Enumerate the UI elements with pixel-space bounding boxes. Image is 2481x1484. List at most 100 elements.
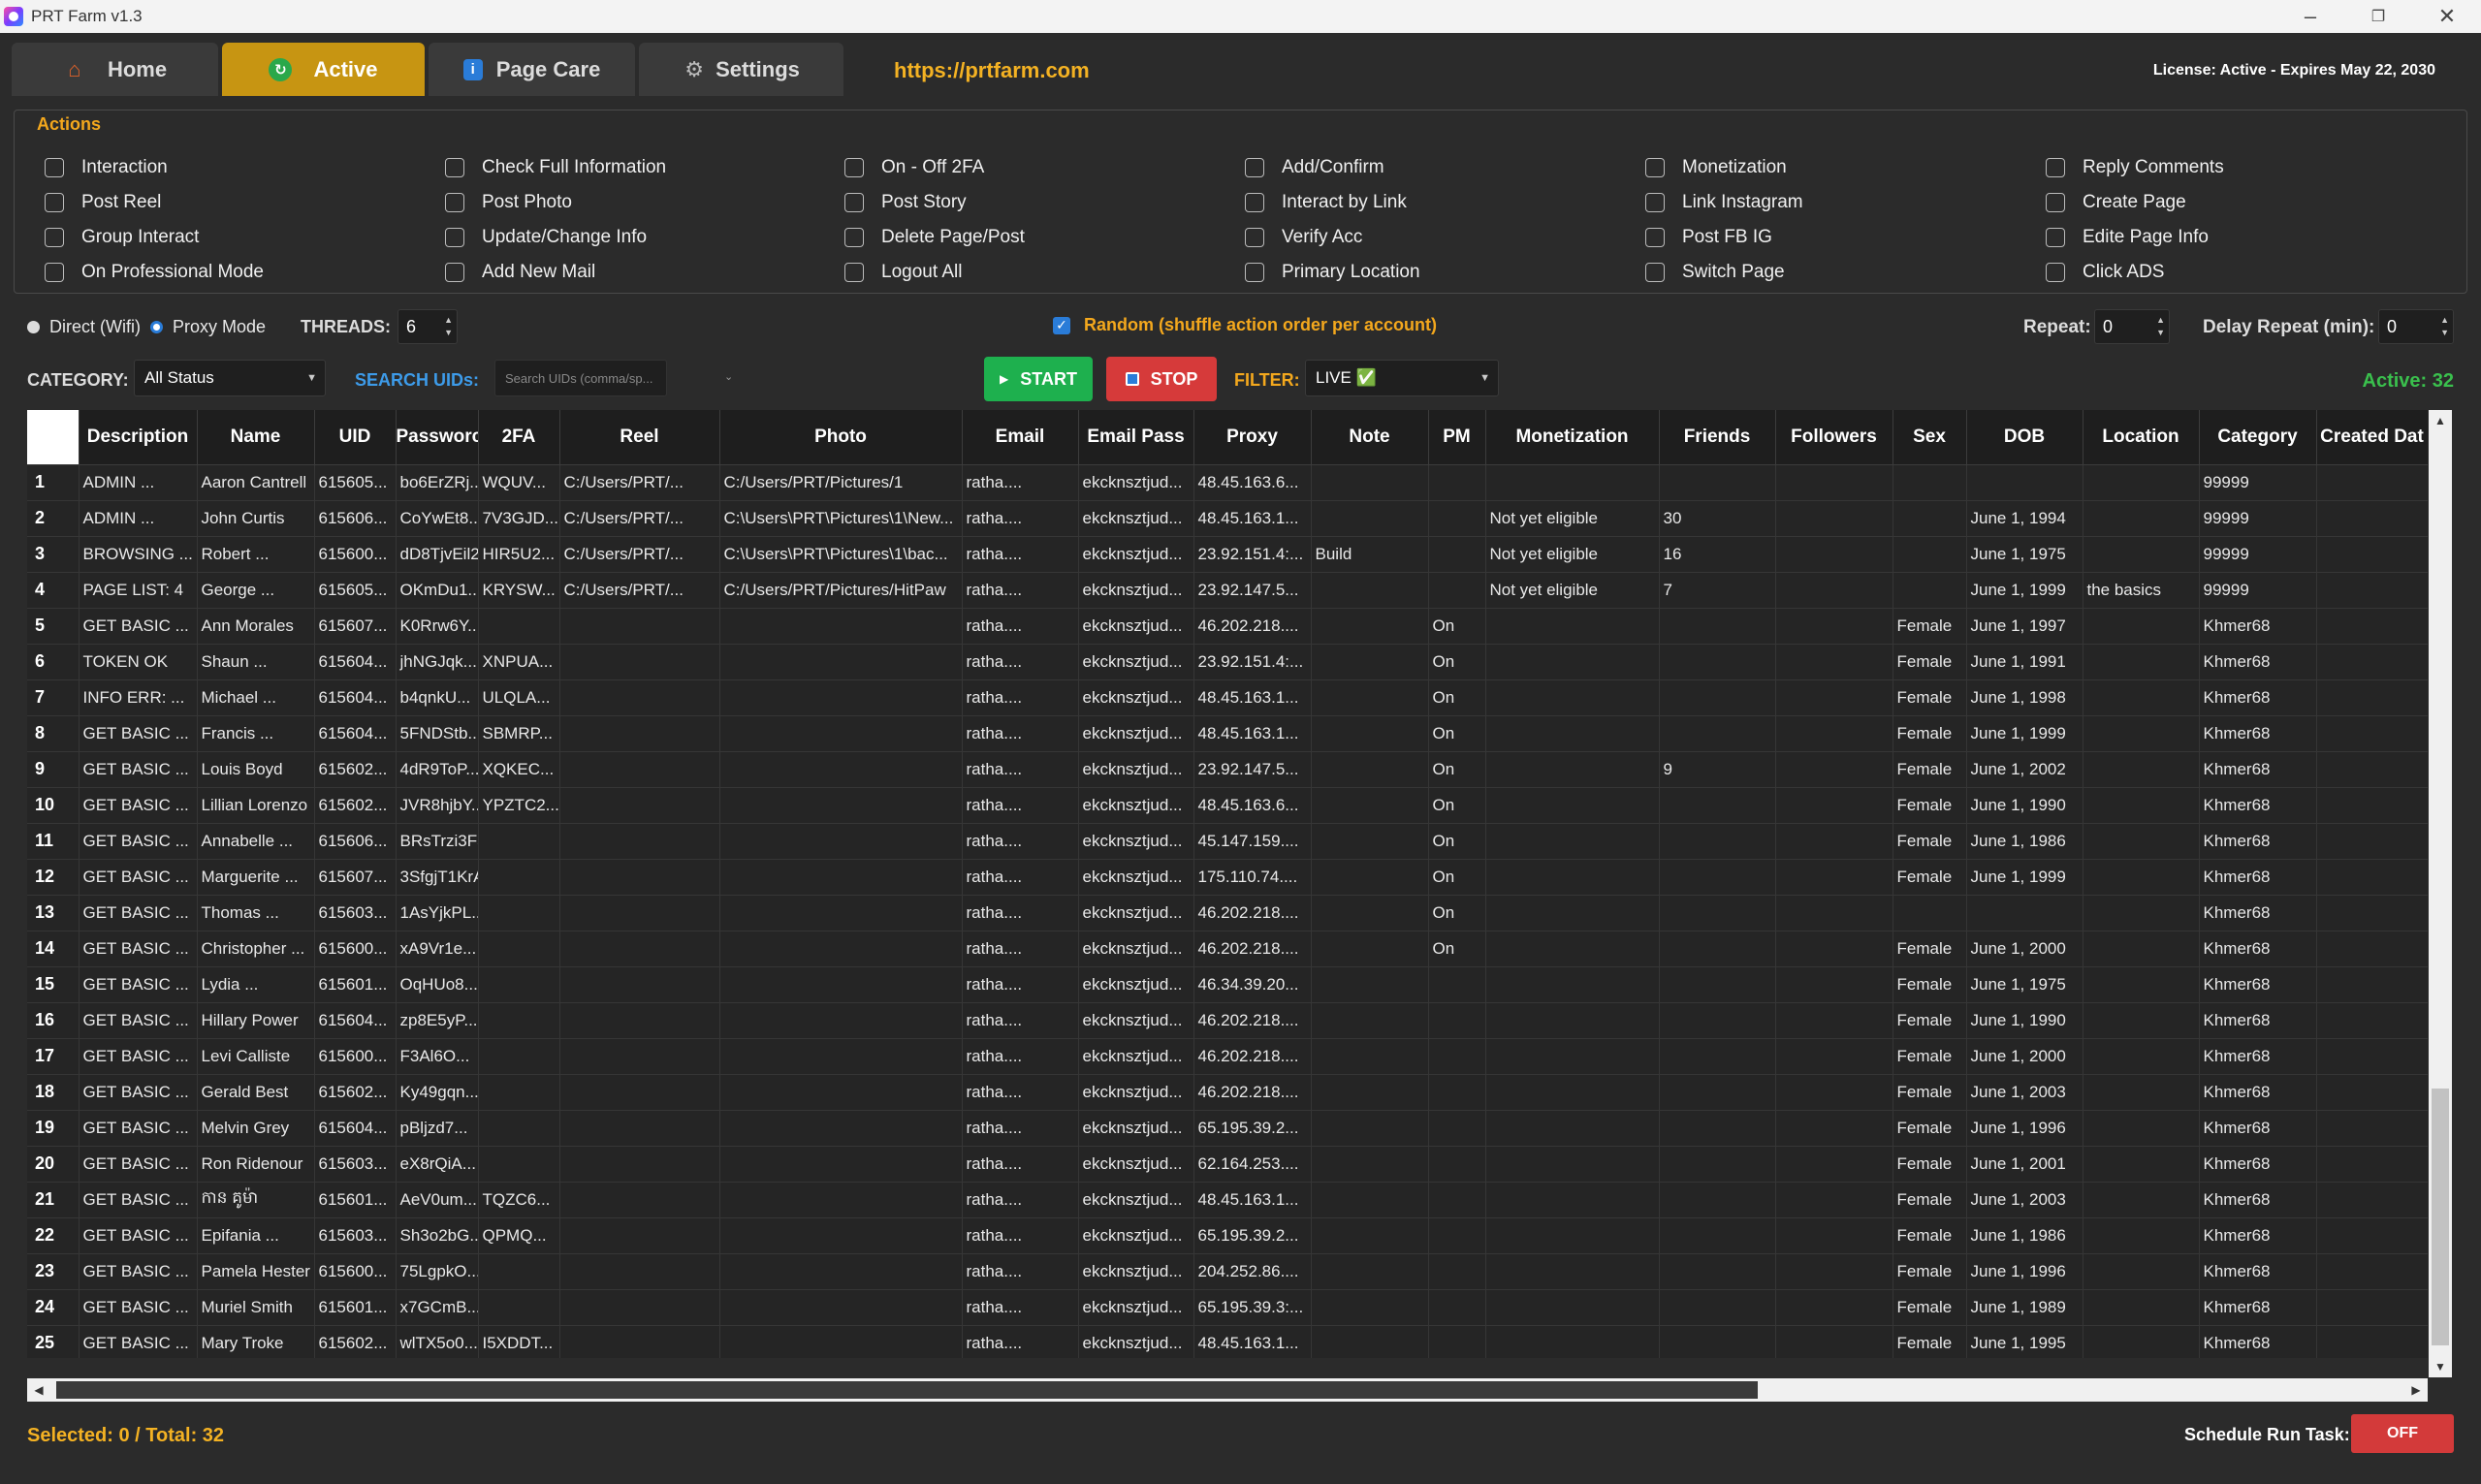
scroll-thumb[interactable] xyxy=(2432,1089,2449,1345)
table-row[interactable]: 13 GET BASIC ... Thomas ... 615603... 1AsYjk… xyxy=(27,895,2428,931)
action-checkbox[interactable]: Add/Confirm xyxy=(1245,157,1384,178)
table-row[interactable]: 23 GET BASIC ... Pamela Hester 615600... 75L… xyxy=(27,1253,2428,1290)
table-row[interactable]: 10 GET BASIC ... Lillian Lorenzo 615602... J… xyxy=(27,787,2428,824)
scroll-left-icon[interactable]: ◀ xyxy=(27,1378,50,1402)
table-row[interactable]: 4 PAGE LIST: 4 George ... 615605... OKmDu1..… xyxy=(27,572,2428,609)
stop-button[interactable]: STOP xyxy=(1106,357,1217,401)
action-checkbox[interactable]: Interaction xyxy=(45,157,168,178)
action-checkbox[interactable]: Link Instagram xyxy=(1645,192,1803,213)
table-row[interactable]: 16 GET BASIC ... Hillary Power 615604... zp8… xyxy=(27,1002,2428,1039)
table-row[interactable]: 5 GET BASIC ... Ann Morales 615607... K0Rrw6… xyxy=(27,608,2428,645)
table-row[interactable]: 6 TOKEN OK Shaun ... 615604... jhNGJqk... XNP… xyxy=(27,644,2428,680)
column-header[interactable]: Category xyxy=(2199,410,2317,465)
table-row[interactable]: 3 BROWSING ... Robert ... 615600... dD8TjvEi… xyxy=(27,536,2428,573)
column-header[interactable]: UID xyxy=(314,410,397,465)
action-checkbox[interactable]: Verify Acc xyxy=(1245,227,1362,248)
action-checkbox[interactable]: On - Off 2FA xyxy=(844,157,984,178)
action-checkbox[interactable]: Delete Page/Post xyxy=(844,227,1025,248)
table-row[interactable]: 2 ADMIN ... John Curtis 615606... CoYwEt8...… xyxy=(27,500,2428,537)
column-header[interactable]: DOB xyxy=(1966,410,2083,465)
stepper-arrows-icon[interactable]: ▲ ▼ xyxy=(444,314,453,339)
action-checkbox[interactable]: Click ADS xyxy=(2046,262,2164,283)
threads-stepper[interactable]: 6 ▲ ▼ xyxy=(398,309,458,344)
table-row[interactable]: 9 GET BASIC ... Louis Boyd 615602... 4dR9ToP… xyxy=(27,751,2428,788)
table-row[interactable]: 19 GET BASIC ... Melvin Grey 615604... pBljz… xyxy=(27,1110,2428,1147)
column-header[interactable]: Location xyxy=(2083,410,2200,465)
table-row[interactable]: 1 ADMIN ... Aaron Cantrell 615605... bo6ErZR… xyxy=(27,464,2428,501)
stepper-arrows-icon[interactable]: ▲ ▼ xyxy=(2440,314,2449,339)
scroll-down-icon[interactable]: ▼ xyxy=(2429,1356,2452,1377)
table-row[interactable]: 25 GET BASIC ... Mary Troke 615602... wlTX5o… xyxy=(27,1325,2428,1358)
action-checkbox[interactable]: On Professional Mode xyxy=(45,262,264,283)
website-link[interactable]: https://prtfarm.com xyxy=(894,58,1090,83)
action-checkbox[interactable]: Monetization xyxy=(1645,157,1787,178)
restore-button[interactable]: ❐ xyxy=(2344,0,2412,33)
action-checkbox[interactable]: Update/Change Info xyxy=(445,227,647,248)
table-row[interactable]: 24 GET BASIC ... Muriel Smith 615601... x7GC… xyxy=(27,1289,2428,1326)
column-header[interactable]: 2FA xyxy=(478,410,560,465)
column-header[interactable]: Proxy xyxy=(1193,410,1312,465)
table-row[interactable]: 20 GET BASIC ... Ron Ridenour 615603... eX8r… xyxy=(27,1146,2428,1183)
action-checkbox[interactable]: Post FB IG xyxy=(1645,227,1772,248)
action-checkbox[interactable]: Interact by Link xyxy=(1245,192,1407,213)
proxy-mode-radio[interactable]: Proxy Mode xyxy=(150,317,266,337)
filter-select[interactable]: LIVE ✅ ▼ xyxy=(1305,360,1499,396)
column-header[interactable]: Monetization xyxy=(1485,410,1660,465)
column-header[interactable]: Created Dat xyxy=(2316,410,2428,465)
column-header[interactable]: Name xyxy=(197,410,315,465)
action-checkbox[interactable]: Edite Page Info xyxy=(2046,227,2209,248)
table-row[interactable]: 18 GET BASIC ... Gerald Best 615602... Ky49g… xyxy=(27,1074,2428,1111)
table-row[interactable]: 22 GET BASIC ... Epifania ... 615603... Sh3o… xyxy=(27,1217,2428,1254)
table-row[interactable]: 8 GET BASIC ... Francis ... 615604... 5FNDSt… xyxy=(27,715,2428,752)
start-button[interactable]: ▶ START xyxy=(984,357,1093,401)
table-row[interactable]: 12 GET BASIC ... Marguerite ... 615607... 3S… xyxy=(27,859,2428,896)
chevron-down-icon[interactable]: ⌄ xyxy=(724,370,733,383)
column-header[interactable]: Description xyxy=(79,410,198,465)
table-row[interactable]: 14 GET BASIC ... Christopher ... 615600... x… xyxy=(27,931,2428,967)
column-header[interactable]: Email xyxy=(962,410,1079,465)
table-row[interactable]: 17 GET BASIC ... Levi Calliste 615600... F3A… xyxy=(27,1038,2428,1075)
table-row[interactable]: 21 GET BASIC ... កាន គូម៉ា 615601... AeV0um.… xyxy=(27,1182,2428,1218)
random-shuffle-checkbox[interactable]: ✓ Random (shuffle action order per accou… xyxy=(1053,315,1437,335)
stepper-arrows-icon[interactable]: ▲ ▼ xyxy=(2156,314,2165,339)
action-checkbox[interactable]: Post Story xyxy=(844,192,967,213)
column-header[interactable]: Followers xyxy=(1775,410,1893,465)
action-checkbox[interactable]: Logout All xyxy=(844,262,962,283)
column-header[interactable]: Sex xyxy=(1893,410,1967,465)
table-row[interactable]: 7 INFO ERR: ... Michael ... 615604... b4qnkU… xyxy=(27,679,2428,716)
action-checkbox[interactable]: Post Reel xyxy=(45,192,161,213)
action-checkbox[interactable]: Check Full Information xyxy=(445,157,666,178)
scroll-right-icon[interactable]: ▶ xyxy=(2404,1378,2428,1402)
action-checkbox[interactable]: Create Page xyxy=(2046,192,2186,213)
close-button[interactable]: ✕ xyxy=(2413,0,2481,33)
action-checkbox[interactable]: Post Photo xyxy=(445,192,572,213)
column-header[interactable]: Note xyxy=(1311,410,1429,465)
repeat-stepper[interactable]: 0 ▲ ▼ xyxy=(2094,309,2170,344)
action-checkbox[interactable]: Switch Page xyxy=(1645,262,1785,283)
table-row[interactable]: 15 GET BASIC ... Lydia ... 615601... OqHUo8.… xyxy=(27,966,2428,1003)
action-checkbox[interactable]: Add New Mail xyxy=(445,262,595,283)
schedule-toggle-button[interactable]: OFF xyxy=(2351,1414,2454,1453)
column-header[interactable]: Photo xyxy=(719,410,963,465)
column-header[interactable]: Friends xyxy=(1659,410,1776,465)
minimize-button[interactable]: – xyxy=(2276,0,2344,33)
category-select[interactable]: All Status ▼ xyxy=(134,360,326,396)
action-checkbox[interactable]: Primary Location xyxy=(1245,262,1420,283)
horizontal-scrollbar[interactable]: ◀ ▶ xyxy=(27,1378,2428,1402)
tab-page-care[interactable]: i Page Care xyxy=(429,43,635,96)
column-header[interactable]: Reel xyxy=(559,410,720,465)
vertical-scrollbar[interactable]: ▲ ▼ xyxy=(2429,410,2452,1377)
direct-wifi-radio[interactable]: Direct (Wifi) xyxy=(27,317,141,337)
column-header[interactable]: Passworc xyxy=(396,410,479,465)
delay-repeat-stepper[interactable]: 0 ▲ ▼ xyxy=(2378,309,2454,344)
select-all-header[interactable] xyxy=(27,410,80,465)
column-header[interactable]: Email Pass xyxy=(1078,410,1194,465)
action-checkbox[interactable]: Reply Comments xyxy=(2046,157,2224,178)
tab-settings[interactable]: ⚙ Settings xyxy=(639,43,843,96)
column-header[interactable]: PM xyxy=(1428,410,1486,465)
action-checkbox[interactable]: Group Interact xyxy=(45,227,199,248)
scroll-thumb[interactable] xyxy=(56,1381,1758,1399)
table-row[interactable]: 11 GET BASIC ... Annabelle ... 615606... BRs… xyxy=(27,823,2428,860)
tab-home[interactable]: ⌂ Home xyxy=(12,43,218,96)
tab-active[interactable]: ↻ Active xyxy=(222,43,425,96)
